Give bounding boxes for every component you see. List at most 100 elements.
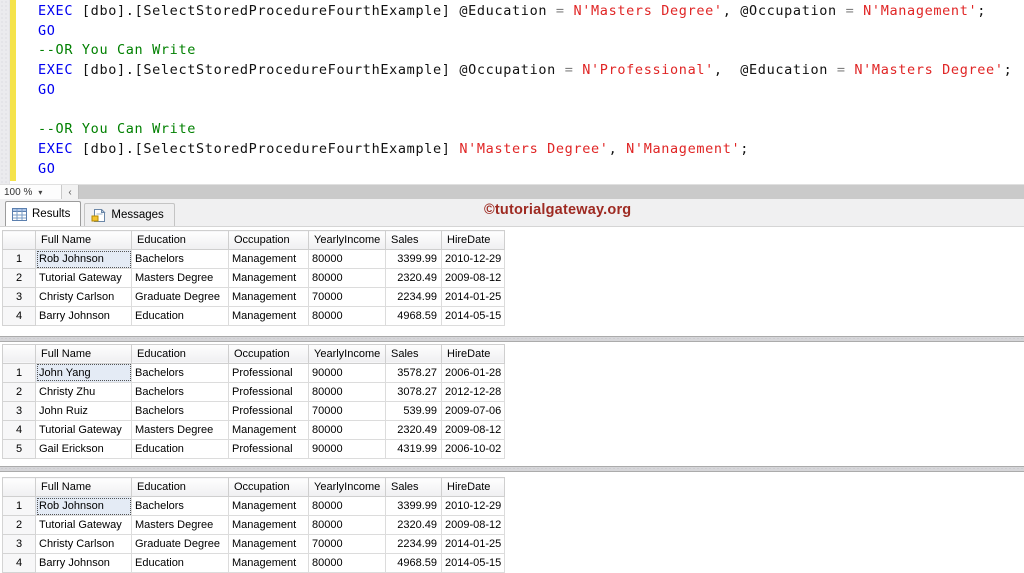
grid-cell[interactable]: 3078.27: [385, 381, 442, 402]
grid-cell[interactable]: Bachelors: [131, 381, 229, 402]
grid-cell[interactable]: 2009-07-06: [440, 400, 506, 421]
grid-cell[interactable]: 2006-10-02: [440, 438, 506, 459]
row-number[interactable]: 4: [2, 306, 36, 326]
grid-cell[interactable]: Management: [228, 515, 309, 535]
grid-cell[interactable]: Barry Johnson: [35, 306, 132, 326]
grid-cell[interactable]: Barry Johnson: [35, 553, 132, 573]
grid-cell[interactable]: Management: [228, 553, 309, 573]
column-header[interactable]: Full Name: [35, 230, 132, 250]
column-header[interactable]: Occupation: [228, 230, 309, 250]
grid-cell[interactable]: 2009-08-12: [440, 268, 506, 288]
grid-cell[interactable]: Bachelors: [131, 496, 229, 516]
grid-cell[interactable]: Masters Degree: [131, 419, 229, 440]
row-number[interactable]: 2: [2, 381, 36, 402]
grid-cell[interactable]: 2012-12-28: [440, 381, 506, 402]
grid-cell[interactable]: 539.99: [385, 400, 442, 421]
row-number[interactable]: 4: [2, 419, 36, 440]
grid-cell[interactable]: 2009-08-12: [440, 515, 506, 535]
grid-cell[interactable]: 2006-01-28: [440, 362, 506, 383]
grid-cell[interactable]: Tutorial Gateway: [35, 419, 132, 440]
grid-cell[interactable]: 2320.49: [385, 268, 442, 288]
grid-cell[interactable]: 80000: [308, 249, 386, 269]
grid-cell[interactable]: 80000: [308, 515, 386, 535]
grid-cell[interactable]: Graduate Degree: [131, 534, 229, 554]
grid-cell[interactable]: 4319.99: [385, 438, 442, 459]
grid-cell[interactable]: John Yang: [35, 362, 132, 383]
grid-cell[interactable]: 70000: [308, 534, 386, 554]
grid-cell[interactable]: Management: [228, 419, 309, 440]
grid-cell[interactable]: Professional: [228, 381, 309, 402]
grid-cell[interactable]: 2014-05-15: [440, 553, 506, 573]
column-header[interactable]: Full Name: [35, 343, 132, 364]
grid-cell[interactable]: 2014-01-25: [440, 287, 506, 307]
grid-corner[interactable]: [2, 477, 36, 497]
grid-cell[interactable]: 2234.99: [385, 287, 442, 307]
row-number[interactable]: 2: [2, 515, 36, 535]
row-number[interactable]: 2: [2, 268, 36, 288]
grid-cell[interactable]: Tutorial Gateway: [35, 515, 132, 535]
tab-messages[interactable]: Messages: [84, 203, 175, 226]
grid-cell[interactable]: Christy Carlson: [35, 534, 132, 554]
grid-cell[interactable]: Management: [228, 249, 309, 269]
grid-cell[interactable]: 80000: [308, 306, 386, 326]
grid-cell[interactable]: Management: [228, 306, 309, 326]
grid-cell[interactable]: Management: [228, 268, 309, 288]
column-header[interactable]: Occupation: [228, 477, 309, 497]
grid-cell[interactable]: Christy Zhu: [35, 381, 132, 402]
grid-cell[interactable]: 80000: [308, 553, 386, 573]
grid-corner[interactable]: [2, 230, 36, 250]
grid-cell[interactable]: 80000: [308, 268, 386, 288]
column-header[interactable]: YearlyIncome: [308, 343, 386, 364]
grid-cell[interactable]: 80000: [308, 381, 386, 402]
grid-cell[interactable]: Bachelors: [131, 400, 229, 421]
grid-corner[interactable]: [2, 343, 36, 364]
grid-cell[interactable]: Graduate Degree: [131, 287, 229, 307]
result-grid-3[interactable]: Full Name Education Occupation YearlyIncome…: [2, 477, 506, 573]
column-header[interactable]: Sales: [385, 230, 442, 250]
grid-cell[interactable]: 90000: [308, 438, 386, 459]
grid-cell[interactable]: Rob Johnson: [35, 249, 132, 269]
grid-cell[interactable]: Management: [228, 534, 309, 554]
grid-cell[interactable]: John Ruiz: [35, 400, 132, 421]
tab-results[interactable]: Results: [5, 201, 82, 226]
column-header[interactable]: Education: [131, 343, 229, 364]
horizontal-scrollbar[interactable]: [78, 185, 1024, 199]
column-header[interactable]: HireDate: [440, 230, 506, 250]
scroll-left-arrow-icon[interactable]: ‹: [62, 185, 78, 199]
editor-zoom-dropdown[interactable]: 100 % ▾: [0, 185, 62, 199]
grid-cell[interactable]: Management: [228, 496, 309, 516]
row-number[interactable]: 3: [2, 534, 36, 554]
row-number[interactable]: 1: [2, 249, 36, 269]
column-header[interactable]: HireDate: [440, 477, 506, 497]
column-header[interactable]: HireDate: [440, 343, 506, 364]
row-number[interactable]: 3: [2, 287, 36, 307]
grid-cell[interactable]: 2010-12-29: [440, 496, 506, 516]
grid-cell[interactable]: 2234.99: [385, 534, 442, 554]
column-header[interactable]: Full Name: [35, 477, 132, 497]
grid-cell[interactable]: 2009-08-12: [440, 419, 506, 440]
grid-cell[interactable]: Professional: [228, 400, 309, 421]
row-number[interactable]: 3: [2, 400, 36, 421]
grid-cell[interactable]: Education: [131, 438, 229, 459]
result-grid-2[interactable]: Full Name Education Occupation YearlyIncome…: [2, 343, 506, 459]
grid-cell[interactable]: 80000: [308, 496, 386, 516]
grid-cell[interactable]: Professional: [228, 438, 309, 459]
grid-cell[interactable]: 2320.49: [385, 419, 442, 440]
grid-cell[interactable]: Rob Johnson: [35, 496, 132, 516]
result-grid-1[interactable]: Full Name Education Occupation YearlyIncome…: [2, 230, 506, 326]
column-header[interactable]: YearlyIncome: [308, 230, 386, 250]
grid-cell[interactable]: 90000: [308, 362, 386, 383]
grid-cell[interactable]: Education: [131, 306, 229, 326]
grid-cell[interactable]: 4968.59: [385, 553, 442, 573]
grid-cell[interactable]: 70000: [308, 287, 386, 307]
sql-code[interactable]: EXEC [dbo].[SelectStoredProcedureFourthE…: [38, 2, 1024, 179]
grid-cell[interactable]: Professional: [228, 362, 309, 383]
column-header[interactable]: Education: [131, 477, 229, 497]
grid-cell[interactable]: 2320.49: [385, 515, 442, 535]
grid-cell[interactable]: 4968.59: [385, 306, 442, 326]
grid-cell[interactable]: 3578.27: [385, 362, 442, 383]
query-editor[interactable]: EXEC [dbo].[SelectStoredProcedureFourthE…: [0, 0, 1024, 184]
grid-cell[interactable]: Gail Erickson: [35, 438, 132, 459]
row-number[interactable]: 1: [2, 496, 36, 516]
column-header[interactable]: Education: [131, 230, 229, 250]
